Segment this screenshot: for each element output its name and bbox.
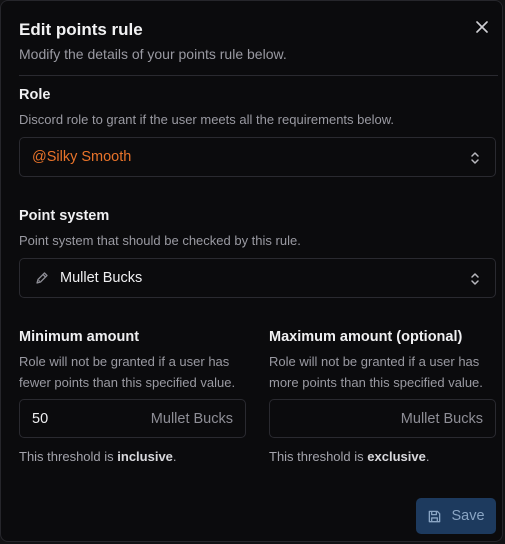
role-value: @Silky Smooth: [32, 149, 132, 165]
maximum-amount-description-line2: more points than this specified value.: [269, 375, 483, 390]
point-system-description: Point system that should be checked by t…: [19, 233, 301, 248]
maximum-amount-input[interactable]: Mullet Bucks: [269, 399, 496, 438]
divider: [19, 75, 498, 76]
chevron-up-down-icon: [471, 152, 479, 164]
minimum-amount-description-line1: Role will not be granted if a user has: [19, 354, 230, 369]
point-system-label: Point system: [19, 208, 110, 224]
threshold-suffix: .: [172, 449, 177, 464]
close-icon: [476, 21, 488, 33]
threshold-exclusive: exclusive: [367, 449, 426, 464]
chevron-up-down-icon: [471, 273, 479, 285]
role-label: Role: [19, 87, 51, 103]
point-system-value: Mullet Bucks: [60, 270, 143, 286]
minimum-amount-unit: Mullet Bucks: [150, 410, 233, 427]
save-button[interactable]: Save: [416, 498, 496, 534]
minimum-amount-label: Minimum amount: [19, 329, 140, 345]
save-label: Save: [451, 508, 485, 524]
threshold-suffix: .: [425, 449, 430, 464]
minimum-amount-value: 50: [32, 410, 49, 427]
edit-points-rule-dialog: Edit points rule Modify the details of y…: [0, 0, 503, 542]
minimum-amount-description-line2: fewer points than this specified value.: [19, 375, 236, 390]
minimum-threshold-note: This threshold is inclusive.: [19, 449, 177, 464]
maximum-amount-unit: Mullet Bucks: [400, 410, 483, 427]
dialog-subtitle: Modify the details of your points rule b…: [19, 46, 287, 62]
save-icon: [429, 510, 441, 522]
maximum-amount-description-line1: Role will not be granted if a user has: [269, 354, 480, 369]
threshold-prefix: This threshold is: [269, 449, 368, 464]
role-select[interactable]: @Silky Smooth: [19, 137, 496, 177]
role-description: Discord role to grant if the user meets …: [19, 112, 395, 127]
point-system-select[interactable]: Mullet Bucks: [19, 258, 496, 298]
pencil-icon: [36, 272, 48, 284]
close-button[interactable]: [470, 15, 494, 39]
maximum-amount-label: Maximum amount (optional): [269, 329, 463, 345]
maximum-threshold-note: This threshold is exclusive.: [269, 449, 429, 464]
threshold-prefix: This threshold is: [19, 449, 118, 464]
threshold-inclusive: inclusive: [117, 449, 173, 464]
dialog-title: Edit points rule: [19, 20, 143, 39]
minimum-amount-input[interactable]: 50 Mullet Bucks: [19, 399, 246, 438]
